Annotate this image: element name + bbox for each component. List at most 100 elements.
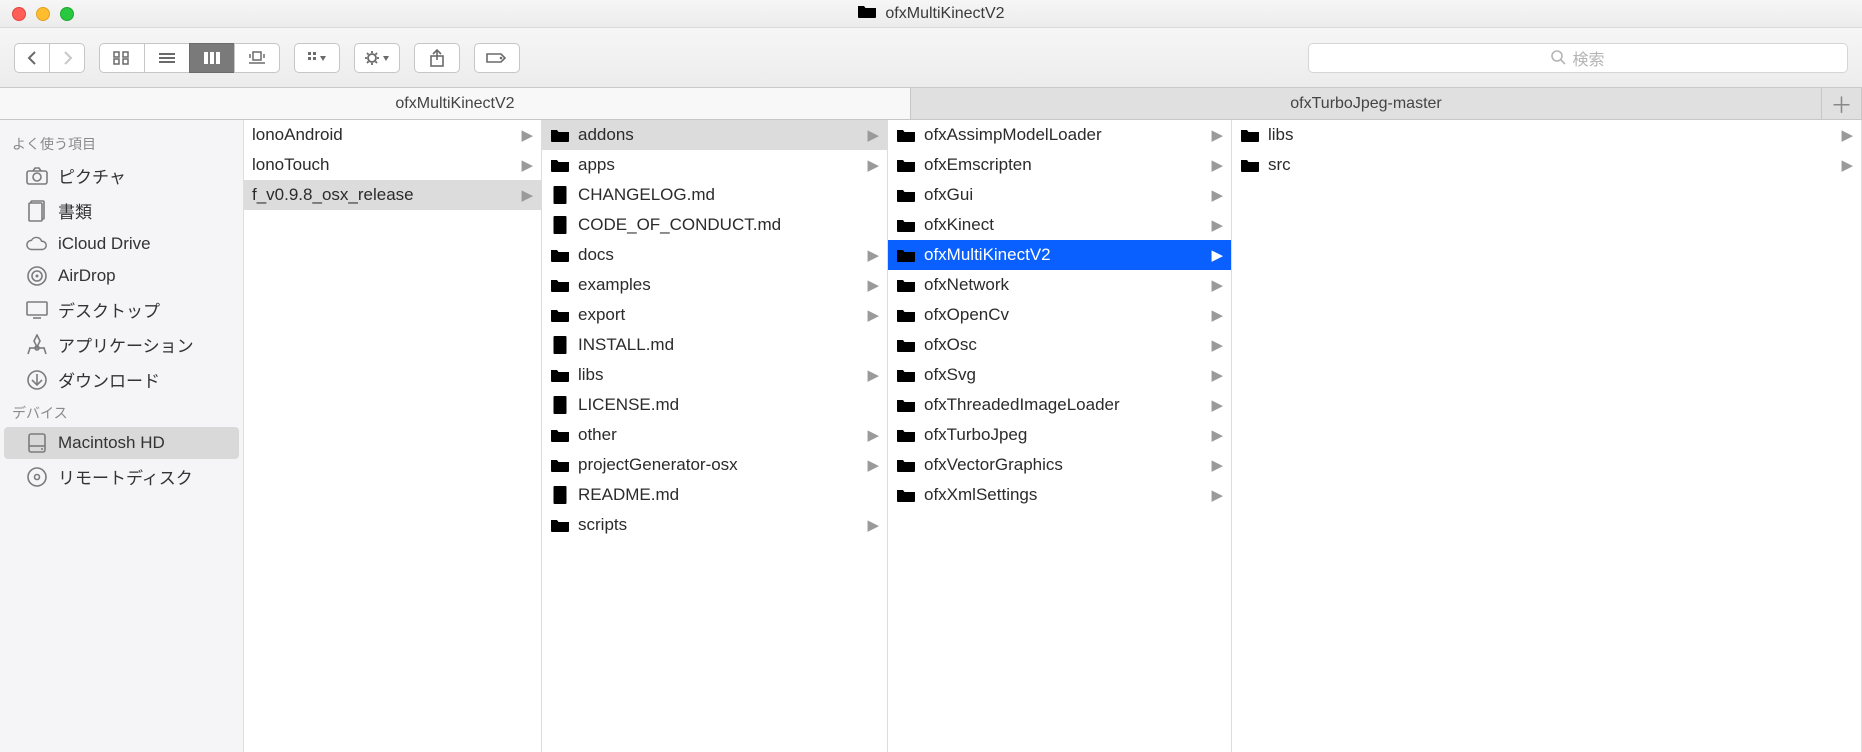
document-icon	[550, 215, 570, 235]
file-row[interactable]: CODE_OF_CONDUCT.md	[542, 210, 887, 240]
document-icon	[550, 485, 570, 505]
file-row[interactable]: ofxGui▶	[888, 180, 1231, 210]
folder-icon	[550, 425, 570, 445]
file-row[interactable]: libs▶	[542, 360, 887, 390]
document-icon	[550, 395, 570, 415]
new-tab-button[interactable]: ＋	[1822, 88, 1862, 119]
file-row[interactable]: examples▶	[542, 270, 887, 300]
folder-icon	[550, 365, 570, 385]
file-row[interactable]: ofxVectorGraphics ▶	[888, 450, 1231, 480]
file-row[interactable]: ofxAssimpModelLoader▶	[888, 120, 1231, 150]
file-row[interactable]: ofxTurboJpeg▶	[888, 420, 1231, 450]
list-view-button[interactable]	[144, 43, 190, 73]
sidebar-item[interactable]: Macintosh HD	[4, 427, 239, 459]
file-row[interactable]: LICENSE.md	[542, 390, 887, 420]
file-row[interactable]: docs▶	[542, 240, 887, 270]
file-row[interactable]: ofxEmscripten▶	[888, 150, 1231, 180]
file-row[interactable]: src▶	[1232, 150, 1861, 180]
file-row[interactable]: apps▶	[542, 150, 887, 180]
file-label: INSTALL.md	[578, 335, 879, 355]
sidebar-item[interactable]: AirDrop	[4, 260, 239, 292]
file-label: ofxXmlSettings	[924, 485, 1203, 505]
chevron-right-icon: ▶	[1211, 486, 1223, 504]
coverflow-view-button[interactable]	[234, 43, 280, 73]
sidebar-item[interactable]: ピクチャ	[4, 158, 239, 193]
folder-icon	[896, 155, 916, 175]
file-row[interactable]: lonoAndroid▶	[244, 120, 541, 150]
sidebar-item-label: AirDrop	[58, 266, 116, 286]
column-view-button[interactable]	[189, 43, 235, 73]
folder-icon	[550, 515, 570, 535]
sidebar-section-header: よく使う項目	[0, 128, 243, 158]
back-button[interactable]	[14, 43, 50, 73]
forward-button[interactable]	[49, 43, 85, 73]
file-row[interactable]: ofxSvg▶	[888, 360, 1231, 390]
file-row[interactable]: addons▶	[542, 120, 887, 150]
document-icon	[550, 335, 570, 355]
sidebar-item[interactable]: 書類	[4, 193, 239, 228]
file-row[interactable]: CHANGELOG.md	[542, 180, 887, 210]
file-row[interactable]: export▶	[542, 300, 887, 330]
file-row[interactable]: README.md	[542, 480, 887, 510]
file-row[interactable]: ofxNetwork▶	[888, 270, 1231, 300]
chevron-right-icon: ▶	[867, 516, 879, 534]
tab-1[interactable]: ofxTurboJpeg-master	[911, 88, 1822, 119]
column-1: addons▶apps▶CHANGELOG.mdCODE_OF_CONDUCT.…	[542, 120, 888, 752]
window-controls	[12, 7, 74, 21]
file-label: scripts	[578, 515, 859, 535]
file-label: ofxMultiKinectV2	[924, 245, 1203, 265]
file-label: f_v0.9.8_osx_release	[252, 185, 513, 205]
column-browser: lonoAndroid▶lonoTouch▶f_v0.9.8_osx_relea…	[244, 120, 1862, 752]
file-row[interactable]: ofxOsc▶	[888, 330, 1231, 360]
file-row[interactable]: ofxOpenCv▶	[888, 300, 1231, 330]
chevron-right-icon: ▶	[1211, 366, 1223, 384]
file-row[interactable]: lonoTouch▶	[244, 150, 541, 180]
file-label: ofxVectorGraphics	[924, 455, 1203, 475]
sidebar-item-label: アプリケーション	[58, 332, 194, 357]
chevron-right-icon: ▶	[521, 186, 533, 204]
folder-icon	[550, 125, 570, 145]
airdrop-icon	[26, 265, 48, 287]
file-row[interactable]: ofxThreadedImageLoader▶	[888, 390, 1231, 420]
share-button[interactable]	[414, 43, 460, 73]
search-field[interactable]: 検索	[1308, 43, 1848, 73]
file-label: ofxNetwork	[924, 275, 1203, 295]
sidebar-item[interactable]: ダウンロード	[4, 362, 239, 397]
window-title-text: ofxMultiKinectV2	[885, 5, 1004, 23]
camera-icon	[26, 165, 48, 187]
folder-icon	[896, 365, 916, 385]
icon-view-button[interactable]	[99, 43, 145, 73]
tags-button[interactable]	[474, 43, 520, 73]
arrange-button[interactable]	[294, 43, 340, 73]
file-row[interactable]: ofxKinect▶	[888, 210, 1231, 240]
file-row[interactable]: f_v0.9.8_osx_release ▶	[244, 180, 541, 210]
minimize-window-button[interactable]	[36, 7, 50, 21]
cloud-icon	[26, 233, 48, 255]
sidebar-item[interactable]: アプリケーション	[4, 327, 239, 362]
sidebar-item[interactable]: デスクトップ	[4, 292, 239, 327]
tab-0[interactable]: ofxMultiKinectV2	[0, 88, 911, 119]
zoom-window-button[interactable]	[60, 7, 74, 21]
chevron-right-icon: ▶	[1211, 456, 1223, 474]
folder-icon	[896, 215, 916, 235]
sidebar-item[interactable]: iCloud Drive	[4, 228, 239, 260]
file-row[interactable]: scripts ▶	[542, 510, 887, 540]
folder-icon	[550, 275, 570, 295]
sidebar-item-label: デスクトップ	[58, 297, 160, 322]
file-row[interactable]: ofxXmlSettings ▶	[888, 480, 1231, 510]
file-row[interactable]: INSTALL.md	[542, 330, 887, 360]
sidebar-item[interactable]: リモートディスク	[4, 459, 239, 494]
file-row[interactable]: other▶	[542, 420, 887, 450]
file-row[interactable]: libs▶	[1232, 120, 1861, 150]
search-placeholder: 検索	[1572, 46, 1604, 70]
close-window-button[interactable]	[12, 7, 26, 21]
file-row[interactable]: projectGenerator-osx▶	[542, 450, 887, 480]
view-mode-buttons	[99, 43, 280, 73]
file-row[interactable]: ofxMultiKinectV2▶	[888, 240, 1231, 270]
chevron-right-icon: ▶	[867, 426, 879, 444]
action-button[interactable]	[354, 43, 400, 73]
sidebar-item-label: ダウンロード	[58, 367, 160, 392]
file-label: libs	[578, 365, 859, 385]
file-label: ofxEmscripten	[924, 155, 1203, 175]
folder-icon	[896, 425, 916, 445]
